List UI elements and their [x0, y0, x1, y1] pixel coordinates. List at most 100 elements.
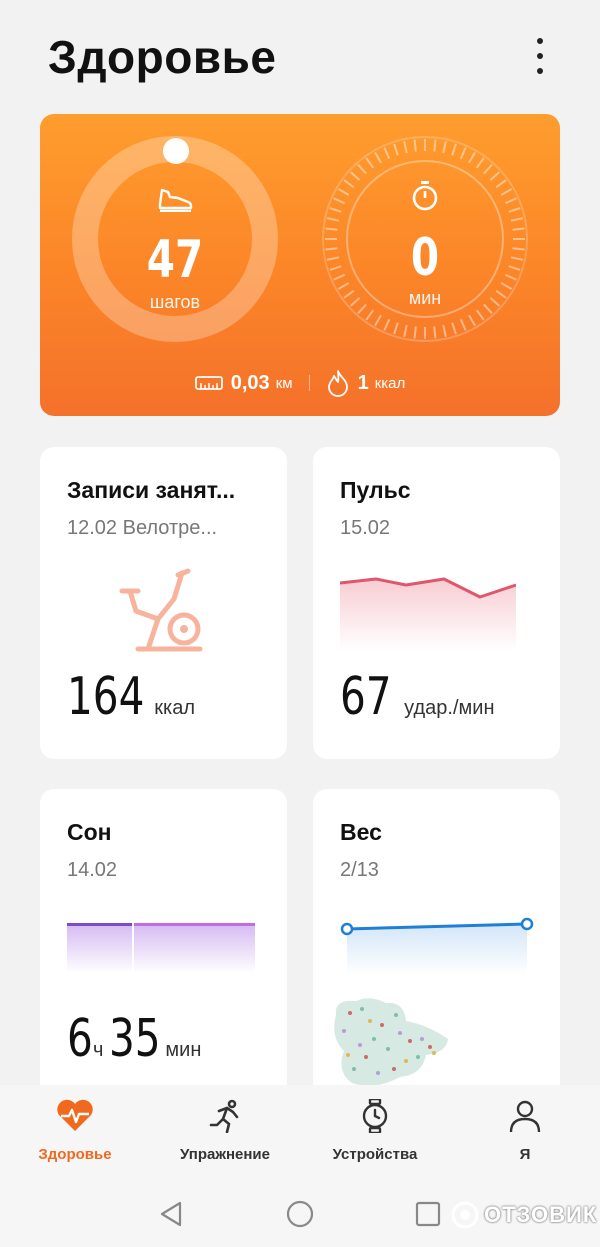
dial-tick	[413, 326, 417, 339]
dial-tick	[451, 143, 457, 156]
dial-tick	[475, 309, 485, 321]
dial-tick	[510, 217, 524, 222]
tab-exercise[interactable]: Упражнение	[150, 1099, 300, 1163]
dial-tick	[508, 265, 521, 271]
sleep-chart	[67, 923, 255, 973]
steps-ring: 47 шагов	[72, 136, 278, 342]
workouts-subtitle: 12.02 Велотре...	[67, 517, 218, 539]
pulse-value-row: 67 удар./мин	[340, 671, 495, 723]
dial-tick	[383, 147, 391, 160]
dial-tick	[365, 309, 375, 321]
steps-progress-marker	[163, 138, 189, 164]
dial-tick	[433, 326, 437, 339]
tab-devices[interactable]: Устройства	[300, 1097, 450, 1163]
distance-value: 0,03	[230, 371, 270, 394]
dial-tick	[393, 322, 399, 335]
pulse-value: 67	[340, 667, 392, 727]
dial-tick	[329, 265, 342, 271]
dial-tick	[459, 318, 467, 331]
calories-stat: 1 ккал	[326, 369, 406, 397]
sleep-subtitle: 14.02	[67, 859, 118, 881]
duration-ring: 0 мин	[322, 136, 528, 342]
dial-tick	[383, 318, 391, 331]
dial-tick	[442, 324, 447, 338]
back-icon[interactable]	[158, 1200, 184, 1228]
steps-value: 47	[146, 230, 204, 290]
watermark-text: ОТЗОВИК	[484, 1202, 598, 1227]
duration-value: 0	[410, 228, 440, 288]
stopwatch-icon	[322, 180, 528, 212]
activity-summary-card[interactable]: 47 шагов 0 мин 0,03 км 1 ккал	[40, 114, 560, 416]
sleep-card[interactable]: Сон 14.02 6 ч 35 мин	[40, 789, 287, 1101]
home-icon[interactable]	[285, 1199, 315, 1229]
workouts-title: Записи занят...	[67, 477, 236, 503]
dial-tick	[326, 217, 340, 222]
watch-icon	[362, 1097, 388, 1135]
pulse-title: Пульс	[340, 477, 411, 503]
sleep-title: Сон	[67, 819, 112, 845]
watermark: ОТЗОВИК	[450, 1200, 597, 1230]
dial-tick	[403, 140, 408, 154]
dial-tick	[442, 140, 447, 154]
dial-tick	[393, 143, 399, 156]
tab-me[interactable]: Я	[450, 1099, 600, 1163]
dial-tick	[325, 227, 338, 231]
watermark-logo-icon	[451, 1201, 479, 1229]
page-title: Здоровье	[48, 31, 277, 83]
pulse-sparkline	[340, 577, 516, 651]
dial-tick	[413, 139, 417, 152]
activity-stats-row: 0,03 км 1 ккал	[40, 368, 560, 398]
distance-stat: 0,03 км	[194, 371, 293, 395]
dial-tick	[374, 151, 382, 164]
calories-unit: ккал	[374, 374, 406, 392]
tab-me-label: Я	[519, 1146, 531, 1163]
workouts-card[interactable]: Записи занят... 12.02 Велотре... 164 кка…	[40, 447, 287, 759]
pulse-subtitle: 15.02	[340, 517, 391, 539]
dial-tick	[374, 314, 382, 327]
sleep-area	[67, 923, 255, 973]
tab-devices-label: Устройства	[332, 1146, 418, 1163]
dial-tick	[504, 273, 517, 281]
dial-tick	[468, 314, 476, 327]
stats-divider	[308, 375, 310, 391]
sleep-minutes: 35	[109, 1009, 162, 1069]
running-person-icon	[209, 1099, 239, 1134]
weight-subtitle: 2/13	[340, 859, 379, 881]
weight-area	[347, 924, 527, 975]
tab-health[interactable]: Здоровье	[0, 1099, 150, 1163]
exercise-bike-icon	[119, 568, 203, 652]
dial-tick	[451, 322, 457, 335]
dial-tick	[483, 164, 493, 175]
dial-tick	[510, 256, 524, 261]
dial-tick	[468, 151, 476, 164]
workouts-value-row: 164 ккал	[67, 671, 195, 723]
calories-value: 1	[357, 371, 369, 394]
pulse-unit: удар./мин	[404, 697, 495, 719]
pulse-card[interactable]: Пульс 15.02 67 удар./мин	[313, 447, 560, 759]
dial-tick	[433, 139, 437, 152]
distance-unit: км	[275, 374, 293, 392]
censor-blot	[334, 998, 448, 1086]
dial-tick	[459, 147, 467, 160]
dial-tick	[325, 247, 338, 251]
bottom-tab-bar: Здоровье Упражнение Устройства Я	[0, 1085, 600, 1180]
ruler-icon	[194, 376, 223, 390]
tab-exercise-label: Упражнение	[180, 1146, 270, 1163]
app-header: Здоровье	[0, 0, 600, 110]
more-vert-icon[interactable]	[525, 34, 555, 78]
dial-tick	[512, 247, 525, 251]
sleep-value-row: 6 ч 35 мин	[67, 1013, 201, 1065]
recents-icon[interactable]	[414, 1200, 442, 1228]
pulse-area	[340, 579, 516, 651]
sleep-hours-unit: ч	[93, 1039, 104, 1061]
weight-chart	[340, 917, 534, 975]
weight-point-start	[340, 922, 354, 936]
workouts-value: 164	[67, 667, 145, 727]
dial-tick	[357, 164, 367, 175]
flame-icon	[327, 370, 348, 397]
workouts-unit: ккал	[154, 697, 195, 719]
duration-unit: мин	[408, 288, 442, 308]
steps-unit: шагов	[149, 292, 201, 312]
heart-pulse-icon	[57, 1099, 93, 1131]
dial-tick	[475, 157, 485, 169]
